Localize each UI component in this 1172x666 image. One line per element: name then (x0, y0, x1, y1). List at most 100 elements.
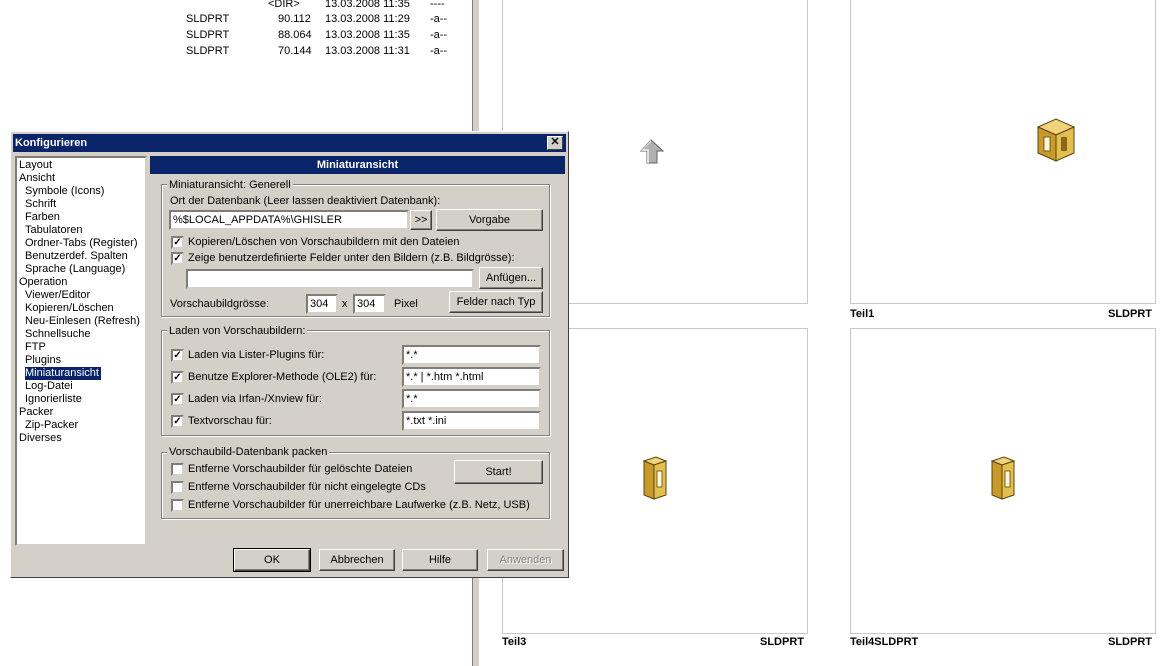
file-ext: SLDPRT (186, 29, 230, 41)
dialog-title: Konfigurieren (15, 137, 88, 149)
loading-checkbox[interactable]: ✓ (171, 415, 184, 428)
tree-item[interactable]: Ansicht (19, 172, 55, 185)
loading-checkbox[interactable]: ✓ (171, 371, 184, 384)
file-ext: SLDPRT (186, 45, 230, 57)
loading-pattern-input[interactable]: *.txt *.ini (402, 411, 541, 431)
settings-tree[interactable]: Layout Ansicht Symbole (Icons) Schrift Farbe… (15, 156, 147, 546)
browse-button[interactable]: >> (410, 210, 432, 230)
start-button[interactable]: Start! (454, 460, 543, 484)
size-unit: Pixel (394, 298, 418, 310)
custom-fields-input[interactable] (186, 269, 474, 289)
loading-label: Laden via Lister-Plugins für: (188, 349, 325, 361)
loading-checkbox[interactable]: ✓ (171, 393, 184, 406)
thumbnail-pane[interactable]: Teil1 SLDPRT Teil3 SLDPRT Teil4SLDPRT SL… (481, 0, 1172, 666)
check-mark-icon: ✓ (173, 350, 182, 361)
loading-pattern-input[interactable]: *.* (402, 389, 541, 409)
tree-item[interactable]: Log-Datei (25, 380, 73, 393)
configure-dialog: Konfigurieren ✕ Layout Ansicht Symbole (Ic… (10, 131, 569, 578)
file-size: <DIR> (268, 0, 300, 10)
file-attr: -a-- (430, 13, 448, 25)
tree-item[interactable]: Kopieren/Löschen (25, 302, 114, 315)
tree-item[interactable]: Ignorierliste (25, 393, 82, 406)
tree-item[interactable]: Symbole (Icons) (25, 185, 104, 198)
tree-item[interactable]: Plugins (25, 354, 61, 367)
db-location-input[interactable]: %$LOCAL_APPDATA%\GHISLER (169, 210, 409, 230)
loading-label: Laden via Irfan-/Xnview für: (188, 393, 322, 405)
tree-item[interactable]: Miniaturansicht (25, 367, 101, 380)
tree-item[interactable]: Zip-Packer (25, 419, 78, 432)
panel-title: Miniaturansicht (150, 156, 565, 174)
tree-item[interactable]: Benutzerdef. Spalten (25, 250, 128, 263)
copy-delete-checkbox[interactable]: ✓ (171, 236, 184, 249)
file-size: 88.064 (278, 29, 312, 41)
append-button[interactable]: Anfügen... (479, 267, 543, 289)
size-separator: x (342, 298, 348, 310)
loading-checkbox[interactable]: ✓ (171, 349, 184, 362)
file-row[interactable]: SLDPRT 70.144 13.03.2008 11:31 -a-- (0, 45, 470, 59)
tree-item[interactable]: Schrift (25, 198, 56, 211)
thumbnail-ext: SLDPRT (1108, 636, 1152, 648)
tree-item[interactable]: Viewer/Editor (25, 289, 90, 302)
tree-item[interactable]: Neu-Einlesen (Refresh) (25, 315, 140, 328)
apply-button[interactable]: Anwenden (487, 549, 564, 571)
cancel-button[interactable]: Abbrechen (319, 549, 395, 571)
check-mark-icon: ✓ (173, 416, 182, 427)
pack-checkbox[interactable] (171, 499, 184, 512)
tree-item[interactable]: Layout (19, 159, 52, 172)
group-pack-title: Vorschaubild-Datenbank packen (167, 446, 330, 458)
thumbnail-ext: SLDPRT (760, 636, 804, 648)
file-row[interactable]: SLDPRT 90.112 13.03.2008 11:29 -a-- (0, 13, 470, 27)
file-size: 70.144 (278, 45, 312, 57)
default-button[interactable]: Vorgabe (436, 209, 543, 231)
loading-pattern-input[interactable]: *.* (402, 345, 541, 365)
thumb-height-input[interactable]: 304 (353, 294, 386, 314)
thumbnail-name: Teil3 (502, 636, 527, 648)
pack-checkbox[interactable] (171, 481, 184, 494)
check-mark-icon: ✓ (173, 394, 182, 405)
tree-item[interactable]: Tabulatoren (25, 224, 83, 237)
check-mark-icon: ✓ (173, 237, 182, 248)
group-loading-title: Laden von Vorschaubildern: (167, 325, 308, 337)
close-button[interactable]: ✕ (547, 136, 563, 150)
group-general-title: Miniaturansicht: Generell (167, 179, 293, 191)
file-date: 13.03.2008 11:35 (325, 29, 410, 41)
file-ext: SLDPRT (186, 13, 230, 25)
thumb-width-input[interactable]: 304 (306, 294, 338, 314)
tree-item[interactable]: Packer (19, 406, 53, 419)
tree-item[interactable]: Diverses (19, 432, 62, 445)
fields-by-type-button[interactable]: Felder nach Typ (449, 291, 543, 313)
loading-label: Textvorschau für: (188, 415, 272, 427)
tree-item[interactable]: Farben (25, 211, 60, 224)
tree-item[interactable]: Sprache (Language) (25, 263, 125, 276)
help-button[interactable]: Hilfe (402, 549, 478, 571)
thumbnail-ext: SLDPRT (1108, 308, 1152, 320)
ok-button[interactable]: OK (233, 548, 311, 572)
part-icon (642, 456, 668, 500)
custom-fields-checkbox[interactable]: ✓ (171, 252, 184, 265)
close-icon: ✕ (550, 136, 560, 148)
check-mark-icon: ✓ (173, 253, 182, 264)
file-attr: -a-- (430, 45, 448, 57)
thumbnail-name: Teil1 (850, 308, 875, 320)
pack-label: Entferne Vorschaubilder für nicht eingel… (188, 481, 426, 493)
thumbnail-tile[interactable] (850, 0, 1156, 304)
tree-item[interactable]: Schnellsuche (25, 328, 90, 341)
tree-item[interactable]: Ordner-Tabs (Register) (25, 237, 137, 250)
thumb-size-label: Vorschaubildgrösse: (170, 298, 270, 310)
copy-delete-label: Kopieren/Löschen von Vorschaubildern mit… (188, 236, 460, 248)
tree-item[interactable]: FTP (25, 341, 46, 354)
file-date: 13.03.2008 11:35 (325, 0, 410, 10)
file-row[interactable]: SLDPRT 88.064 13.03.2008 11:35 -a-- (0, 29, 470, 43)
loading-pattern-input[interactable]: *.* | *.htm *.html (402, 367, 541, 387)
thumbnail-tile[interactable] (850, 328, 1156, 634)
thumbnail-name: Teil4SLDPRT (850, 636, 919, 648)
tree-item[interactable]: Operation (19, 276, 67, 289)
loading-label: Benutze Explorer-Methode (OLE2) für: (188, 371, 377, 383)
file-row[interactable]: <DIR> 13.03.2008 11:35 ---- (0, 0, 470, 12)
dialog-titlebar[interactable]: Konfigurieren ✕ (13, 134, 566, 152)
custom-fields-label: Zeige benutzerdefinierte Felder unter de… (188, 252, 515, 264)
pack-checkbox[interactable] (171, 463, 184, 476)
check-mark-icon: ✓ (173, 372, 182, 383)
part-icon (990, 456, 1016, 500)
file-attr: -a-- (430, 29, 448, 41)
